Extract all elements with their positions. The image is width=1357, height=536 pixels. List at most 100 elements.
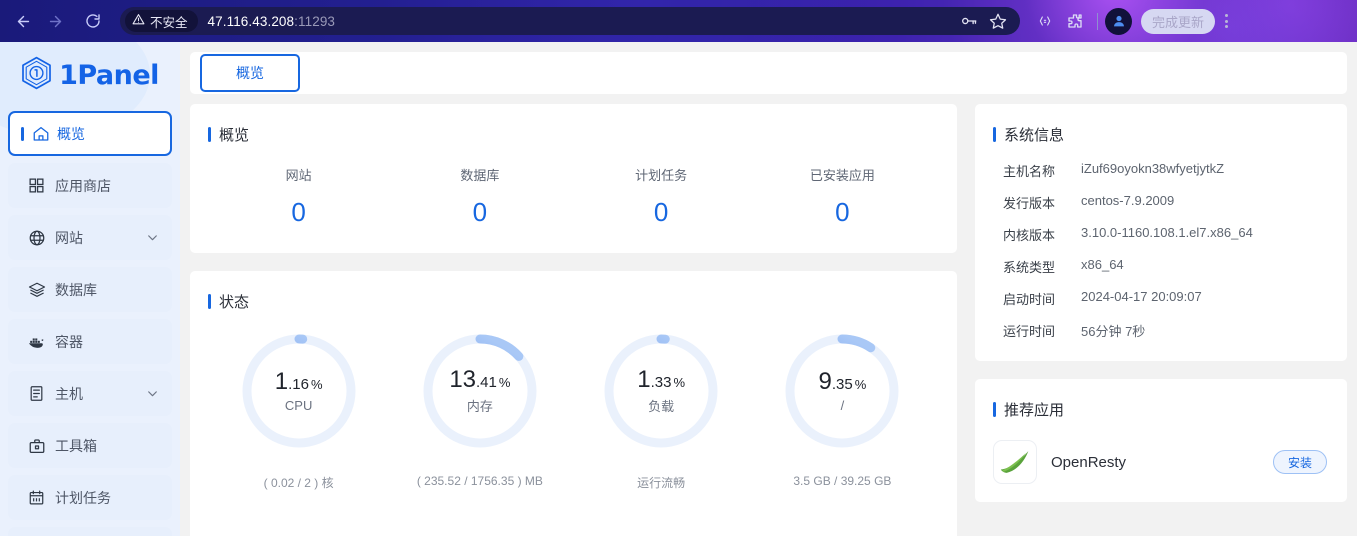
reload-button[interactable]	[78, 6, 108, 36]
info-value: x86_64	[1081, 257, 1124, 272]
onepanel-hexagon-icon	[21, 56, 52, 95]
sidebar-item-database[interactable]: 数据库	[8, 267, 172, 312]
gauge-center: 9.35% /	[781, 330, 903, 452]
gauge-ring: 1.16% CPU	[238, 330, 360, 452]
system-info-title: 系统信息	[993, 124, 1327, 145]
stat-value: 0	[835, 197, 850, 227]
stat-label: 计划任务	[635, 168, 688, 183]
info-value: 2024-04-17 20:09:07	[1081, 289, 1202, 304]
info-key: 发行版本	[1003, 196, 1056, 211]
gauge-pct: %	[498, 374, 511, 390]
docker-icon	[27, 332, 46, 351]
sidebar-item-container[interactable]: 容器	[8, 319, 172, 364]
sidebar-item-label: 数据库	[55, 281, 97, 298]
recommended-apps-card: 推荐应用 OpenResty 安装	[975, 379, 1347, 502]
split-view-icon[interactable]	[1030, 6, 1060, 36]
sidebar-nav: 概览 应用商店 网站 数据库 容器 主机 工具箱 计划任务	[8, 111, 172, 536]
recommended-apps-title: 推荐应用	[993, 399, 1327, 420]
sidebar-item-appstore[interactable]: 应用商店	[8, 163, 172, 208]
gauge-dec: .33	[650, 373, 672, 391]
forward-arrow-icon	[47, 13, 64, 30]
openresty-leaf-icon	[993, 440, 1037, 484]
gauge-value: 13.41%	[449, 367, 511, 392]
info-row-uptime: 运行时间 56分钟 7秒	[1003, 321, 1327, 340]
star-icon[interactable]	[988, 12, 1007, 31]
profile-avatar-icon[interactable]	[1105, 7, 1132, 35]
system-info-card: 系统信息 主机名称 iZuf69oyokn38wfyetjytkZ 发行版本 c…	[975, 104, 1347, 361]
system-info-title-text: 系统信息	[1004, 127, 1065, 144]
sidebar-item-cronjob[interactable]: 计划任务	[8, 475, 172, 520]
info-key: 启动时间	[1003, 292, 1056, 307]
back-arrow-icon	[15, 13, 32, 30]
sidebar-item-label: 工具箱	[55, 437, 97, 454]
install-button[interactable]: 安装	[1272, 450, 1327, 474]
recommended-apps-title-text: 推荐应用	[1004, 402, 1065, 419]
status-card: 状态 1.16 % CPU (0.02 / 2) 核 13.41 % 内存 …	[190, 271, 957, 536]
info-row-kernel: 内核版本 3.10.0-1160.108.1.el7.x86_64	[1003, 225, 1327, 244]
stat-label: 已安装应用	[809, 168, 875, 183]
gauge-dec: .41	[476, 373, 497, 391]
back-button[interactable]	[8, 6, 38, 36]
stat-cronjobs[interactable]: 计划任务 0	[571, 165, 752, 225]
puzzle-extension-icon[interactable]	[1060, 6, 1090, 36]
update-button[interactable]: 完成更新	[1141, 8, 1216, 34]
gauge-memory: 13.41% 内存 ( 235.52 / 1756.35 ) MB	[389, 330, 570, 491]
chevron-down-icon	[146, 387, 159, 400]
stat-value: 0	[472, 197, 488, 227]
left-column: 概览 网站 0 数据库 0 计划任务 0 已安装应用 0 状态 1.16 % C…	[190, 104, 957, 536]
url-text: 47.116.43.208:11293	[208, 14, 336, 29]
title-accent-bar	[208, 294, 211, 309]
title-accent-bar	[993, 402, 996, 417]
info-row-arch: 系统类型 x86_64	[1003, 257, 1327, 276]
gauge-value: 1.16%	[275, 369, 323, 394]
gauge-pct: %	[854, 376, 867, 392]
sidebar-item-partial[interactable]	[8, 527, 172, 536]
tab-bar: 概览	[190, 52, 1347, 94]
security-badge-label: 不安全	[150, 15, 188, 30]
status-gauges: 1.16% CPU ( 0.02 / 2 ) 核 13.41 % 内存 (23…	[208, 328, 933, 491]
gauge-center: 13.41% 内存	[419, 330, 541, 452]
stat-websites[interactable]: 网站 0	[208, 165, 389, 225]
title-accent-bar	[208, 127, 211, 142]
sidebar-item-website[interactable]: 网站	[8, 215, 172, 260]
key-icon[interactable]	[959, 12, 978, 31]
calendar-icon	[27, 488, 46, 507]
gauge-pct: %	[310, 376, 323, 392]
gauge-sub: 负载	[648, 398, 675, 414]
gauge-ring: 9.35% /	[781, 330, 903, 452]
stat-label: 网站	[285, 168, 312, 183]
security-badge[interactable]: 不安全	[125, 10, 198, 32]
info-value: centos-7.9.2009	[1081, 193, 1175, 208]
stat-installed-apps[interactable]: 已安装应用 0	[752, 165, 933, 225]
tab-overview[interactable]: 概览	[200, 54, 300, 92]
gauge-footnote: ( 235.52 / 1756.35 ) MB	[416, 474, 543, 488]
gauge-dec: .16	[288, 375, 309, 393]
info-key: 系统类型	[1003, 260, 1056, 275]
overview-title-text: 概览	[219, 127, 250, 144]
server-icon	[27, 384, 46, 403]
stat-databases[interactable]: 数据库 0	[389, 165, 570, 225]
sidebar-item-host[interactable]: 主机	[8, 371, 172, 416]
sidebar-item-toolbox[interactable]: 工具箱	[8, 423, 172, 468]
forward-button[interactable]	[40, 6, 70, 36]
recommended-app-row: OpenResty 安装	[993, 436, 1327, 484]
status-card-title: 状态	[208, 291, 933, 312]
main-content: 概览 概览 网站 0 数据库 0 计划任务 0 已安装应用 0 状态 1.16 …	[180, 42, 1357, 536]
sidebar-item-overview[interactable]: 概览	[8, 111, 172, 156]
gauge-value: 1.33%	[637, 367, 686, 392]
sidebar-item-label: 主机	[55, 385, 83, 402]
gauge-ring: 1.33% 负载	[600, 330, 722, 452]
info-key: 内核版本	[1003, 228, 1056, 243]
info-row-boottime: 启动时间 2024-04-17 20:09:07	[1003, 289, 1327, 308]
gauge-sub: 内存	[466, 398, 493, 414]
kebab-menu-icon[interactable]	[1216, 6, 1236, 36]
address-bar[interactable]: 不安全 47.116.43.208:11293	[120, 7, 1020, 35]
navigation-buttons	[0, 6, 108, 36]
toolbox-icon	[27, 436, 46, 455]
gauge-dec: .35	[831, 375, 853, 393]
gauge-pct: %	[673, 374, 686, 390]
gauge-ring: 13.41% 内存	[419, 330, 541, 452]
overview-stats: 网站 0 数据库 0 计划任务 0 已安装应用 0	[208, 161, 933, 239]
info-key: 主机名称	[1003, 164, 1056, 179]
stat-value: 0	[291, 197, 306, 227]
